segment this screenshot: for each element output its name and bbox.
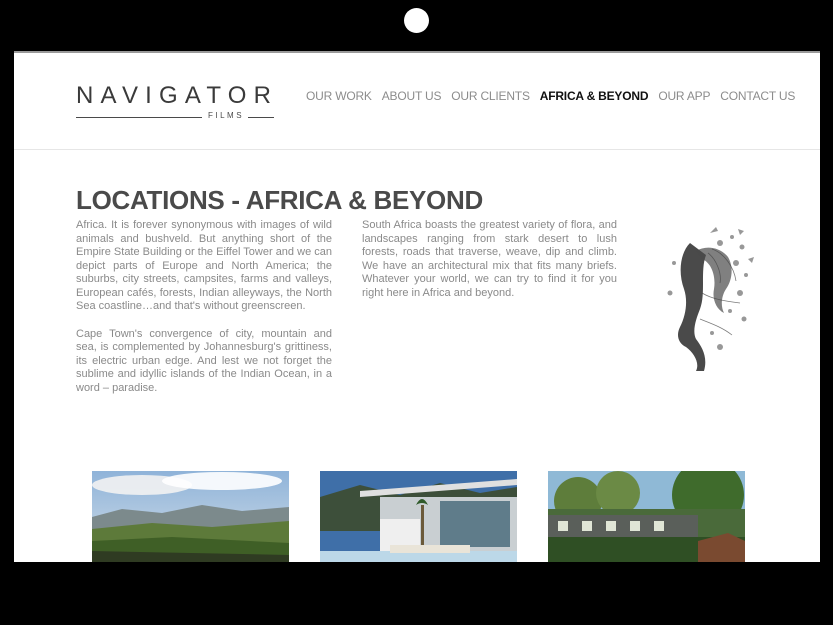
main-nav: OUR WORK ABOUT US OUR CLIENTS AFRICA & B… bbox=[306, 89, 805, 103]
colonial-house-garden-photo[interactable] bbox=[548, 471, 745, 562]
face-foliage-illustration bbox=[667, 227, 754, 371]
logo-wordmark: NAVIGATOR bbox=[76, 82, 279, 109]
intro-paragraph-2: Cape Town's convergence of city, mountai… bbox=[76, 327, 332, 394]
browser-screen: NAVIGATOR FILMS OUR WORK ABOUT US OUR CL… bbox=[14, 51, 820, 562]
nav-our-clients[interactable]: OUR CLIENTS bbox=[451, 89, 530, 103]
intro-column-right: South Africa boasts the greatest variety… bbox=[362, 219, 617, 314]
logo-sub-text: FILMS bbox=[208, 111, 245, 120]
navigator-films-logo[interactable]: NAVIGATOR FILMS bbox=[76, 83, 274, 123]
site-header: NAVIGATOR FILMS OUR WORK ABOUT US OUR CL… bbox=[14, 53, 820, 150]
modern-house-pool-photo[interactable] bbox=[320, 471, 517, 562]
nav-contact-us[interactable]: CONTACT US bbox=[720, 89, 795, 103]
nav-our-app[interactable]: OUR APP bbox=[658, 89, 710, 103]
intro-paragraph-1: Africa. It is forever synonymous with im… bbox=[76, 219, 332, 312]
nav-our-work[interactable]: OUR WORK bbox=[306, 89, 372, 103]
nav-about-us[interactable]: ABOUT US bbox=[382, 89, 442, 103]
intro-column-left: Africa. It is forever synonymous with im… bbox=[76, 219, 332, 409]
vineyard-landscape-photo[interactable] bbox=[92, 471, 289, 562]
device-camera bbox=[404, 8, 429, 33]
intro-paragraph-3: South Africa boasts the greatest variety… bbox=[362, 219, 617, 299]
nav-africa-beyond[interactable]: AFRICA & BEYOND bbox=[540, 89, 649, 103]
page-title: LOCATIONS - AFRICA & BEYOND bbox=[76, 185, 483, 215]
logo-subline: FILMS bbox=[76, 111, 274, 123]
